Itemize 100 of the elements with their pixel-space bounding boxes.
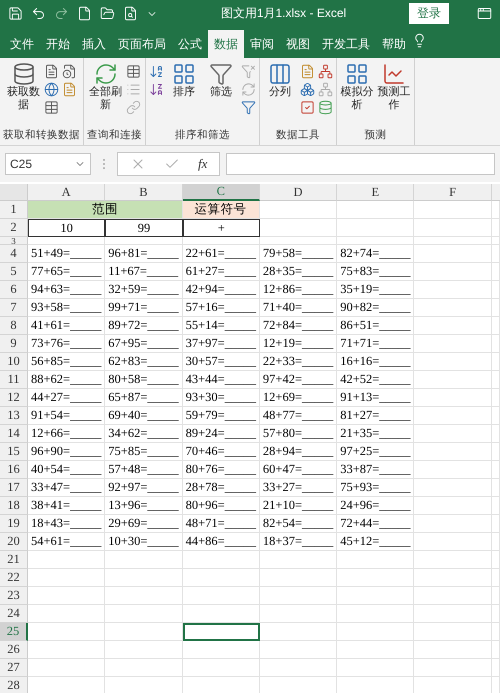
column-header[interactable]: A (28, 184, 106, 201)
ribbon-button[interactable]: 全部刷新 (88, 62, 122, 112)
row-header[interactable]: 25 (0, 623, 28, 641)
refresh-icon[interactable] (94, 62, 118, 86)
ribbon-button[interactable]: 模拟分析 (340, 62, 374, 112)
open-folder-icon[interactable] (100, 6, 115, 21)
new-file-icon[interactable] (77, 6, 92, 21)
row-header[interactable]: 7 (0, 299, 28, 317)
ribbon-tab[interactable]: 开始 (40, 30, 76, 58)
table-cell: 75+83=_____ (337, 263, 414, 281)
table-cell: 82+54=_____ (260, 515, 338, 533)
ribbon-button[interactable]: 获取数据 (6, 62, 40, 112)
redo-icon[interactable] (54, 6, 69, 21)
ribbon-tab[interactable]: 视图 (280, 30, 316, 58)
ribbon-button[interactable]: 排序 (167, 62, 201, 99)
column-header[interactable]: C (182, 184, 260, 201)
table-cell: 86+51=_____ (337, 317, 414, 335)
column-header[interactable]: F (414, 184, 492, 201)
ribbon-tab[interactable]: 帮助 (376, 30, 412, 58)
row-header[interactable]: 17 (0, 479, 28, 497)
print-preview-icon[interactable] (123, 6, 138, 21)
row-header[interactable]: 1 (0, 201, 28, 219)
ribbon-display-icon[interactable] (477, 6, 492, 21)
ribbon-tab[interactable]: 文件 (4, 30, 40, 58)
row-header[interactable]: 20 (0, 533, 28, 551)
row-header[interactable]: 2 (0, 219, 28, 237)
row-header[interactable]: 26 (0, 641, 28, 659)
sort-descending-icon[interactable] (149, 82, 164, 97)
row-header[interactable]: 5 (0, 263, 28, 281)
globe-icon[interactable] (44, 82, 58, 97)
clock-document-icon[interactable] (62, 64, 76, 79)
save-icon[interactable] (8, 6, 23, 21)
table-cell: 92+97=_____ (105, 479, 183, 497)
group-label: 预测 (364, 128, 388, 143)
row-header[interactable]: 28 (0, 677, 28, 693)
row-header[interactable]: 11 (0, 371, 28, 389)
insert-function-button[interactable]: fx (198, 156, 208, 172)
row-header[interactable]: 22 (0, 569, 28, 587)
row-header[interactable]: 12 (0, 389, 28, 407)
sort-ascending-icon[interactable] (149, 64, 164, 79)
document-icon[interactable] (44, 64, 58, 79)
ribbon-button[interactable]: 筛选 (204, 62, 238, 99)
table-cell: 80+58=_____ (105, 371, 183, 389)
ribbon-button[interactable]: 预测工作 (377, 62, 411, 112)
table-cell: 91+13=_____ (337, 389, 414, 407)
ribbon-tab[interactable]: 页面布局 (112, 30, 172, 58)
table-cell: 28+35=_____ (260, 263, 338, 281)
row-header[interactable]: 23 (0, 587, 28, 605)
table-cell: 57+48=_____ (105, 461, 183, 479)
validation-icon[interactable] (300, 100, 315, 115)
filter-icon[interactable] (209, 62, 233, 86)
column-header[interactable]: B (105, 184, 183, 201)
table-cell: 33+87=_____ (337, 461, 414, 479)
row-header[interactable]: 6 (0, 281, 28, 299)
table-cell: 16+16=_____ (337, 353, 414, 371)
row-header[interactable]: 18 (0, 497, 28, 515)
undo-icon[interactable] (31, 6, 46, 21)
table-cell: + (182, 219, 260, 237)
row-header[interactable]: 4 (0, 245, 28, 263)
table-cell: 96+81=_____ (105, 245, 183, 263)
table-cell: 范围 (28, 201, 183, 219)
row-header[interactable]: 13 (0, 407, 28, 425)
column-header[interactable]: E (337, 184, 414, 201)
row-header[interactable]: 9 (0, 335, 28, 353)
row-header[interactable]: 3 (0, 237, 28, 245)
ribbon-tab[interactable]: 公式 (172, 30, 208, 58)
ribbon-tab[interactable]: 插入 (76, 30, 112, 58)
row-header[interactable]: 21 (0, 551, 28, 569)
row-header[interactable]: 14 (0, 425, 28, 443)
forecast-chart-icon[interactable] (382, 62, 406, 86)
table-cell: 80+96=_____ (182, 497, 260, 515)
table-cell: 57+16=_____ (182, 299, 260, 317)
table-cell: 45+12=_____ (337, 533, 414, 551)
ribbon-tab[interactable]: 审阅 (244, 30, 280, 58)
ribbon-button[interactable]: 分列 (263, 62, 297, 99)
database-icon[interactable] (12, 62, 36, 86)
table-cell: 69+40=_____ (105, 407, 183, 425)
table-icon[interactable] (44, 100, 58, 115)
window-title: 图文用1月1.xlsx - Excel (220, 5, 348, 22)
table-icon[interactable] (126, 64, 140, 79)
ribbon-tab[interactable]: 开发工具 (316, 30, 376, 58)
row-header[interactable]: 16 (0, 461, 28, 479)
table-cell: 44+27=_____ (28, 389, 106, 407)
table-cell: 81+27=_____ (337, 407, 414, 425)
row-header[interactable]: 10 (0, 353, 28, 371)
formula-field[interactable] (226, 153, 495, 175)
row-header[interactable]: 19 (0, 515, 28, 533)
advanced-filter-icon[interactable] (241, 100, 256, 115)
active-cell[interactable] (182, 623, 260, 641)
column-header[interactable]: D (260, 184, 338, 201)
table-cell: 93+58=_____ (28, 299, 106, 317)
row-header[interactable]: 15 (0, 443, 28, 461)
row-header[interactable]: 24 (0, 605, 28, 623)
name-box[interactable]: C25 (5, 153, 91, 175)
table-cell: 97+25=_____ (337, 443, 414, 461)
row-header[interactable]: 8 (0, 317, 28, 335)
row-header[interactable]: 27 (0, 659, 28, 677)
login-button[interactable]: 登录 (409, 3, 449, 24)
ribbon-tab[interactable]: 数据 (208, 30, 244, 58)
columns-icon[interactable] (268, 62, 292, 86)
